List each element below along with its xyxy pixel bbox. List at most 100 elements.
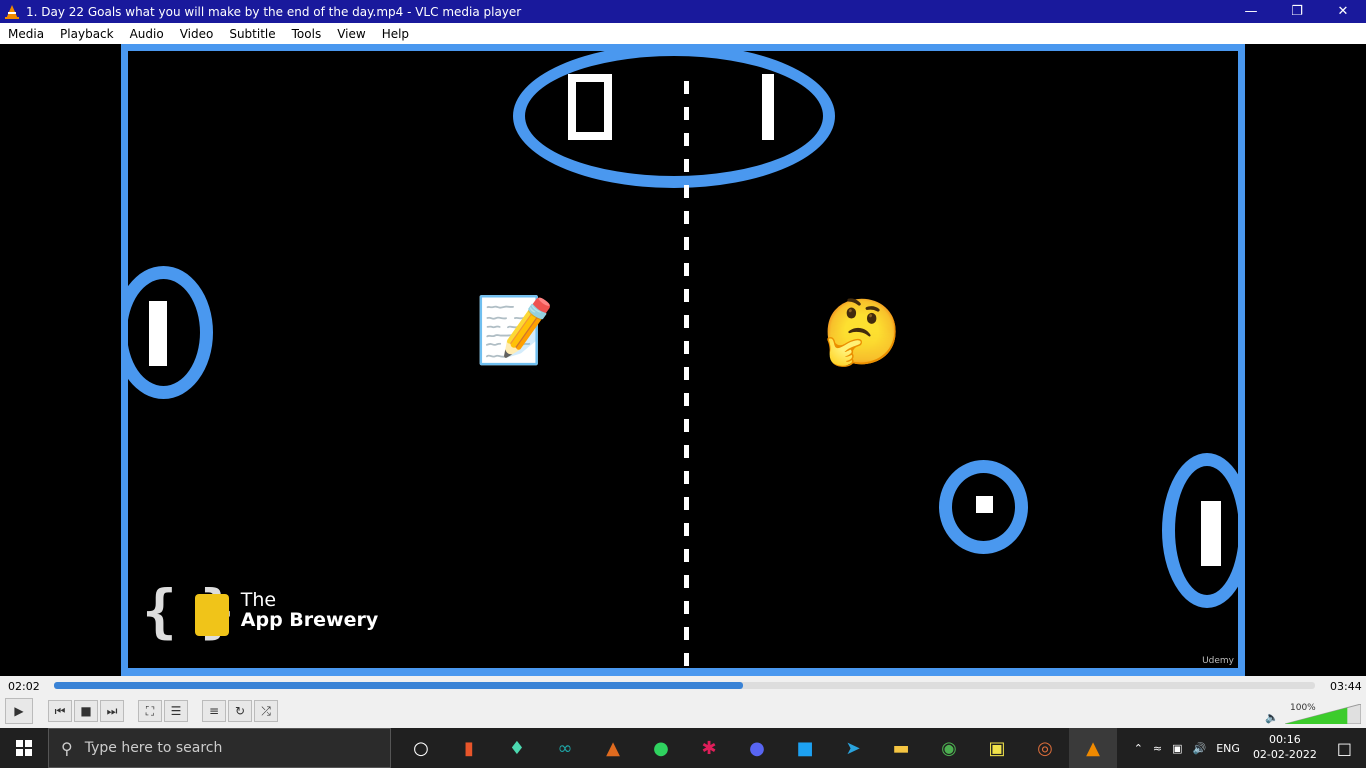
left-paddle — [149, 301, 167, 366]
logo-text-the: The — [240, 589, 277, 612]
menu-tools[interactable]: Tools — [284, 27, 330, 41]
matlab-icon[interactable]: ▲ — [589, 728, 637, 768]
filmora-icon[interactable]: ♦ — [493, 728, 541, 768]
chrome-icon[interactable]: ◉ — [925, 728, 973, 768]
previous-icon: ⏮ — [54, 703, 66, 718]
office-icon[interactable]: ▮ — [445, 728, 493, 768]
net-dash — [684, 393, 689, 406]
next-icon: ⏭ — [106, 703, 118, 718]
playlist-button[interactable]: ≡ — [202, 700, 226, 722]
system-tray: ⌃ ≈ ▣ 🔊 ENG 00:16 02-02-2022 □ — [1129, 728, 1366, 768]
menu-help[interactable]: Help — [374, 27, 417, 41]
net-dash — [684, 601, 689, 614]
vlc-taskbar-icon[interactable]: ▲ — [1069, 728, 1117, 768]
net-dash — [684, 445, 689, 458]
search-icon: ⚲ — [61, 738, 73, 758]
ball — [976, 496, 993, 513]
vlc-cone-icon — [5, 4, 19, 19]
restore-button[interactable]: ❐ — [1274, 0, 1320, 23]
net-dash — [684, 159, 689, 172]
twitter-icon[interactable]: ■ — [781, 728, 829, 768]
video-area[interactable]: 📝 🤔 { } The App Brewery Udemy — [0, 44, 1366, 676]
net-dash — [684, 471, 689, 484]
slack-icon[interactable]: ✱ — [685, 728, 733, 768]
net-dash — [684, 419, 689, 432]
windows-taskbar: ⚲ Type here to search ○ ▮ ♦ ∞ ▲ ● ✱ ● ■ … — [0, 728, 1366, 768]
windows-logo-icon — [16, 740, 32, 756]
clock-time: 00:16 — [1269, 733, 1301, 747]
playlist-icon: ≡ — [208, 704, 220, 718]
volume-icon[interactable]: 🔊 — [1193, 742, 1207, 755]
next-button[interactable]: ⏭ — [100, 700, 124, 722]
chevron-up-icon[interactable]: ⌃ — [1134, 742, 1143, 755]
menu-audio[interactable]: Audio — [122, 27, 172, 41]
menu-subtitle[interactable]: Subtitle — [221, 27, 283, 41]
extended-settings-button[interactable]: ☰ — [164, 700, 188, 722]
whatsapp-icon[interactable]: ● — [637, 728, 685, 768]
fullscreen-icon: ⛶ — [145, 703, 155, 718]
elapsed-time: 02:02 — [8, 680, 40, 693]
search-placeholder: Type here to search — [84, 740, 223, 756]
seek-bar-fill — [54, 682, 743, 689]
telegram-icon[interactable]: ➤ — [829, 728, 877, 768]
net-dash — [684, 237, 689, 250]
net-dash — [684, 627, 689, 640]
net-dash — [684, 653, 689, 666]
stop-icon: ■ — [80, 704, 92, 718]
equalizer-icon: ☰ — [170, 704, 182, 718]
loop-icon: ↻ — [234, 704, 246, 718]
net-dash — [684, 107, 689, 120]
media-app-icon[interactable]: ◎ — [1021, 728, 1069, 768]
minimize-button[interactable]: — — [1228, 0, 1274, 23]
udemy-watermark: Udemy — [1202, 656, 1234, 666]
net-dash — [684, 575, 689, 588]
fullscreen-button[interactable]: ⛶ — [138, 700, 162, 722]
loop-button[interactable]: ↻ — [228, 700, 252, 722]
net-dash — [684, 367, 689, 380]
net-dash — [684, 289, 689, 302]
pong-court: 📝 🤔 { } The App Brewery Udemy — [121, 44, 1245, 676]
left-paddle-ring — [128, 266, 213, 399]
menu-playback[interactable]: Playback — [52, 27, 122, 41]
score-highlight-ring — [513, 51, 835, 188]
app-brewery-logo: { } The App Brewery — [142, 577, 378, 645]
title-bar: 1. Day 22 Goals what you will make by th… — [0, 0, 1366, 23]
battery-icon[interactable]: ▣ — [1172, 742, 1182, 755]
menu-view[interactable]: View — [329, 27, 373, 41]
cortana-icon[interactable]: ○ — [397, 728, 445, 768]
clock[interactable]: 00:16 02-02-2022 — [1253, 733, 1317, 763]
net-dash — [684, 211, 689, 224]
language-indicator[interactable]: ENG — [1216, 742, 1240, 755]
memo-icon: 📝 — [475, 294, 555, 368]
net-dash — [684, 341, 689, 354]
clock-date: 02-02-2022 — [1252, 748, 1317, 761]
play-button[interactable]: ▶ — [5, 698, 33, 724]
notification-icon[interactable]: □ — [1337, 739, 1352, 758]
seek-bar[interactable] — [54, 682, 1315, 689]
discord-icon[interactable]: ● — [733, 728, 781, 768]
right-paddle — [1201, 501, 1221, 566]
net-dash — [684, 497, 689, 510]
shuffle-button[interactable]: ⤮ — [254, 700, 278, 722]
net-dash — [684, 263, 689, 276]
shuffle-icon: ⤮ — [261, 703, 271, 718]
play-icon: ▶ — [14, 704, 24, 718]
speaker-icon[interactable]: 🔈 — [1265, 711, 1279, 724]
player-controls: 02:02 03:44 ▶ ⏮ ■ ⏭ ⛶ ☰ ≡ ↻ ⤮ 🔈 100% — [0, 676, 1366, 728]
taskbar-search-box[interactable]: ⚲ Type here to search — [48, 728, 391, 768]
total-time: 03:44 — [1330, 680, 1362, 693]
start-button[interactable] — [0, 728, 48, 768]
stop-button[interactable]: ■ — [74, 700, 98, 722]
close-button[interactable]: ✕ — [1320, 0, 1366, 23]
previous-button[interactable]: ⏮ — [48, 700, 72, 722]
file-explorer-icon[interactable]: ▬ — [877, 728, 925, 768]
volume-slider[interactable] — [1285, 704, 1361, 724]
net-dash — [684, 549, 689, 562]
arduino-icon[interactable]: ∞ — [541, 728, 589, 768]
pycharm-icon[interactable]: ▣ — [973, 728, 1021, 768]
score-left-zero — [568, 74, 612, 140]
menu-video[interactable]: Video — [172, 27, 222, 41]
menu-media[interactable]: Media — [0, 27, 52, 41]
net-dash — [684, 81, 689, 94]
wifi-icon[interactable]: ≈ — [1153, 742, 1162, 755]
